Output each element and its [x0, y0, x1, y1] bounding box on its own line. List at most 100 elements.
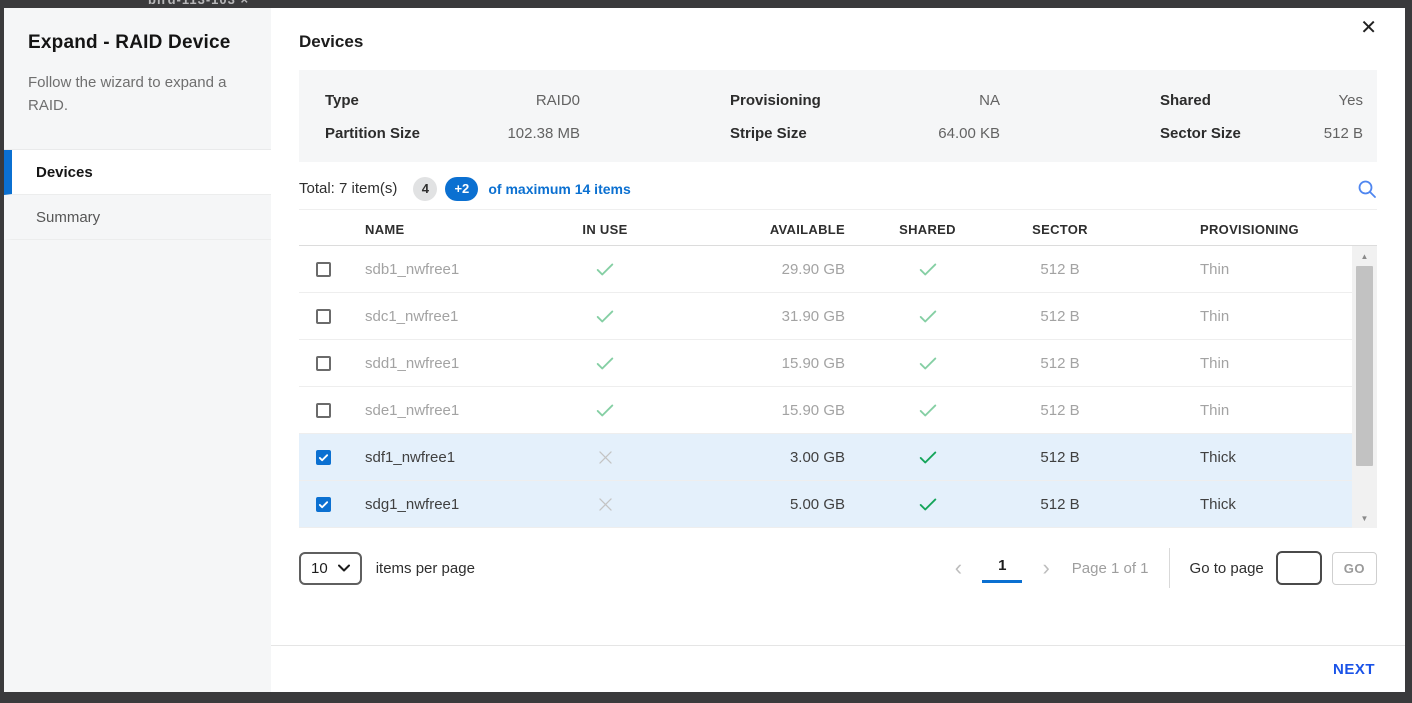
expand-raid-wizard-dialog: Expand - RAID Device Follow the wizard t…	[4, 8, 1405, 692]
table-row[interactable]: sdc1_nwfree131.90 GB512 BThin	[299, 293, 1377, 340]
row-checkbox[interactable]	[316, 403, 331, 418]
in-use-check-icon	[560, 305, 650, 327]
sidebar-step-summary[interactable]: Summary	[4, 195, 271, 240]
wizard-main-panel: ✕ Devices TypeRAID0ProvisioningNASharedY…	[271, 8, 1405, 692]
page-info-text: Page 1 of 1	[1072, 560, 1149, 577]
table-row[interactable]: sdf1_nwfree1 3.00 GB 512 BThick	[299, 434, 1377, 481]
sector-size: 512 B	[1000, 402, 1120, 419]
total-items-text: Total: 7 item(s)	[299, 180, 397, 197]
info-label: Stripe Size	[580, 125, 860, 142]
available-size: 3.00 GB	[650, 449, 855, 466]
chevron-down-icon	[338, 564, 350, 572]
scroll-up-icon[interactable]: ▲	[1352, 246, 1377, 266]
wizard-title: Expand - RAID Device	[4, 8, 271, 54]
device-name: sdd1_nwfree1	[347, 355, 560, 372]
wizard-description: Follow the wizard to expand a RAID.	[4, 54, 271, 117]
provisioning-type: Thin	[1120, 261, 1377, 278]
table-body: sdb1_nwfree129.90 GB512 BThinsdc1_nwfree…	[299, 246, 1377, 528]
table-row[interactable]: sdb1_nwfree1 29.90 GB 512 BThin	[299, 246, 1377, 293]
device-name: sdc1_nwfree1	[347, 308, 560, 325]
device-name: sdf1_nwfree1	[347, 449, 560, 466]
added-count-badge: +2	[445, 177, 478, 201]
page-size-value: 10	[311, 560, 328, 577]
shared-check-icon	[855, 446, 1000, 468]
next-button[interactable]: NEXT	[1333, 661, 1375, 678]
vertical-scrollbar[interactable]: ▲ ▼	[1352, 246, 1377, 528]
scrollbar-thumb[interactable]	[1356, 266, 1373, 466]
background-tab-label: bird-113-103 ×	[148, 0, 249, 8]
total-bar: Total: 7 item(s) 4 +2 of maximum 14 item…	[299, 168, 1377, 210]
search-icon[interactable]	[1357, 179, 1377, 199]
scroll-down-icon[interactable]: ▼	[1352, 508, 1377, 528]
sector-size: 512 B	[1000, 449, 1120, 466]
available-size: 29.90 GB	[650, 261, 855, 278]
info-label: Sector Size	[1000, 125, 1280, 142]
in-use-check-icon	[560, 258, 650, 280]
raid-summary-panel: TypeRAID0ProvisioningNASharedYesPartitio…	[299, 70, 1377, 162]
row-checkbox[interactable]	[316, 309, 331, 324]
provisioning-type: Thick	[1120, 496, 1377, 513]
device-name: sde1_nwfree1	[347, 402, 560, 419]
items-per-page-label: items per page	[376, 560, 475, 577]
in-use-cross-icon	[560, 495, 650, 514]
sector-size: 512 B	[1000, 261, 1120, 278]
info-value: Yes	[1280, 92, 1363, 109]
in-use-check-icon	[560, 399, 650, 421]
page-title: Devices	[299, 32, 1377, 52]
info-value: 102.38 MB	[455, 125, 580, 142]
available-size: 5.00 GB	[650, 496, 855, 513]
row-checkbox[interactable]	[316, 262, 331, 277]
pagination-bar: 10 items per page ‹ 1 › Page 1 of 1 Go t…	[299, 546, 1377, 590]
info-label: Type	[325, 92, 455, 109]
sidebar-step-devices[interactable]: Devices	[4, 150, 271, 195]
column-header-available: AVAILABLE	[650, 222, 855, 237]
in-use-check-icon	[560, 352, 650, 374]
close-icon[interactable]: ✕	[1360, 18, 1377, 38]
max-items-text: of maximum 14 items	[488, 181, 630, 197]
previous-page-icon[interactable]: ‹	[949, 557, 968, 579]
provisioning-type: Thin	[1120, 308, 1377, 325]
step-label: Summary	[36, 209, 100, 226]
info-value: NA	[860, 92, 1000, 109]
column-header-shared: SHARED	[855, 222, 1000, 237]
sector-size: 512 B	[1000, 308, 1120, 325]
shared-check-icon	[855, 399, 1000, 421]
in-use-cross-icon	[560, 448, 650, 467]
device-name: sdb1_nwfree1	[347, 261, 560, 278]
sector-size: 512 B	[1000, 355, 1120, 372]
wizard-steps: Devices Summary	[4, 149, 271, 240]
row-checkbox[interactable]	[316, 450, 331, 465]
next-page-icon[interactable]: ›	[1036, 557, 1055, 579]
info-value: 512 B	[1280, 125, 1363, 142]
column-header-sector: SECTOR	[1000, 222, 1120, 237]
table-header-row: NAMEIN USEAVAILABLESHAREDSECTORPROVISION…	[299, 214, 1377, 246]
shared-check-icon	[855, 352, 1000, 374]
devices-table: NAMEIN USEAVAILABLESHAREDSECTORPROVISION…	[299, 214, 1377, 528]
column-header-in-use: IN USE	[560, 222, 650, 237]
device-name: sdg1_nwfree1	[347, 496, 560, 513]
step-label: Devices	[36, 164, 93, 181]
shared-check-icon	[855, 258, 1000, 280]
provisioning-type: Thin	[1120, 402, 1377, 419]
available-size: 15.90 GB	[650, 355, 855, 372]
column-header-name: NAME	[347, 222, 560, 237]
goto-page-input[interactable]	[1276, 551, 1322, 585]
info-value: 64.00 KB	[860, 125, 1000, 142]
table-row[interactable]: sdg1_nwfree1 5.00 GB 512 BThick	[299, 481, 1377, 528]
sector-size: 512 B	[1000, 496, 1120, 513]
info-label: Partition Size	[325, 125, 455, 142]
row-checkbox[interactable]	[316, 356, 331, 371]
row-checkbox[interactable]	[316, 497, 331, 512]
table-row[interactable]: sdd1_nwfree1 15.90 GB 512 BThin	[299, 340, 1377, 387]
current-page-number[interactable]: 1	[982, 553, 1022, 583]
info-value: RAID0	[455, 92, 580, 109]
wizard-sidebar: Expand - RAID Device Follow the wizard t…	[4, 8, 271, 692]
table-row[interactable]: sde1_nwfree115.90 GB512 BThin	[299, 387, 1377, 434]
shared-check-icon	[855, 493, 1000, 515]
page-size-select[interactable]: 10	[299, 552, 362, 585]
dialog-footer: NEXT	[271, 645, 1405, 692]
go-button[interactable]: GO	[1332, 552, 1377, 585]
provisioning-type: Thick	[1120, 449, 1377, 466]
column-header-provisioning: PROVISIONING	[1120, 222, 1377, 237]
provisioning-type: Thin	[1120, 355, 1377, 372]
